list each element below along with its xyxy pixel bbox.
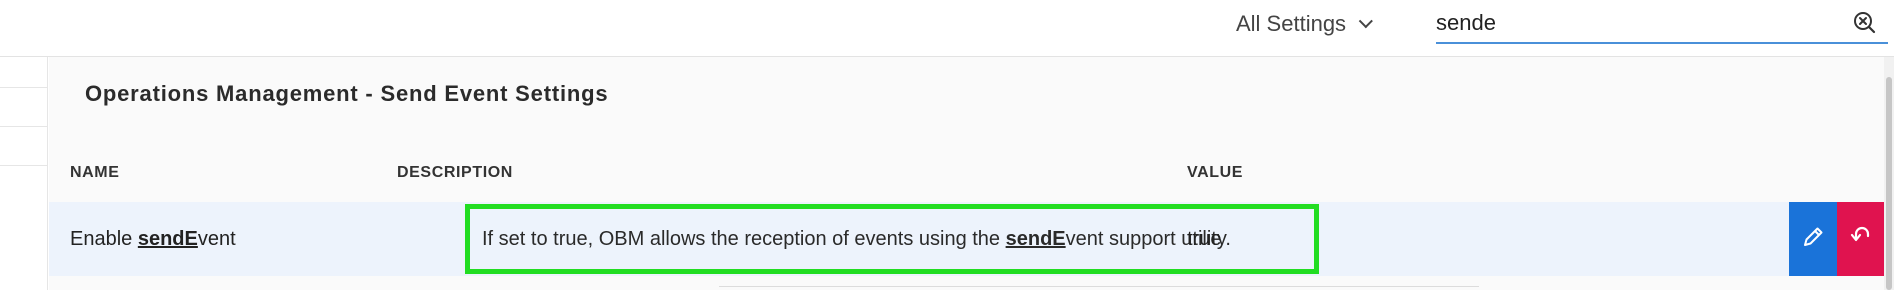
vertical-scrollbar[interactable]: [1884, 57, 1894, 290]
revert-button[interactable]: [1837, 202, 1885, 276]
search-match: sendE: [137, 227, 198, 250]
left-gutter: [0, 57, 48, 290]
settings-panel: Operations Management - Send Event Setti…: [49, 57, 1894, 290]
edit-button[interactable]: [1789, 202, 1837, 276]
pencil-icon: [1800, 224, 1826, 255]
column-header-value: VALUE: [1187, 164, 1244, 181]
gutter-divider: [0, 165, 48, 166]
search-input[interactable]: [1436, 6, 1816, 40]
chevron-down-icon: [1358, 14, 1373, 29]
gutter-divider: [0, 87, 48, 88]
table-row[interactable]: Enable sendE vent If set to true, OBM all…: [49, 202, 1894, 276]
gutter-divider: [0, 126, 48, 127]
column-header-name: NAME: [70, 164, 120, 181]
settings-scope-dropdown[interactable]: All Settings: [1236, 8, 1373, 40]
undo-icon: [1847, 223, 1875, 256]
settings-scope-label: All Settings: [1236, 11, 1347, 36]
divider: [719, 286, 1479, 287]
clear-search-icon[interactable]: [1852, 10, 1876, 34]
setting-name: Enable sendE vent: [70, 202, 236, 276]
setting-name-prefix: Enable: [70, 227, 138, 250]
setting-value: true: [1187, 227, 1222, 250]
search-match: sendE: [1005, 227, 1066, 250]
description-prefix: If set to true, OBM allows the reception…: [482, 227, 1006, 250]
panel-title: Operations Management - Send Event Setti…: [85, 81, 609, 106]
scrollbar-thumb[interactable]: [1886, 77, 1892, 290]
top-bar: All Settings: [0, 0, 1894, 57]
column-header-description: DESCRIPTION: [397, 164, 513, 181]
search-field: [1436, 4, 1888, 44]
setting-name-suffix: vent: [197, 227, 236, 250]
